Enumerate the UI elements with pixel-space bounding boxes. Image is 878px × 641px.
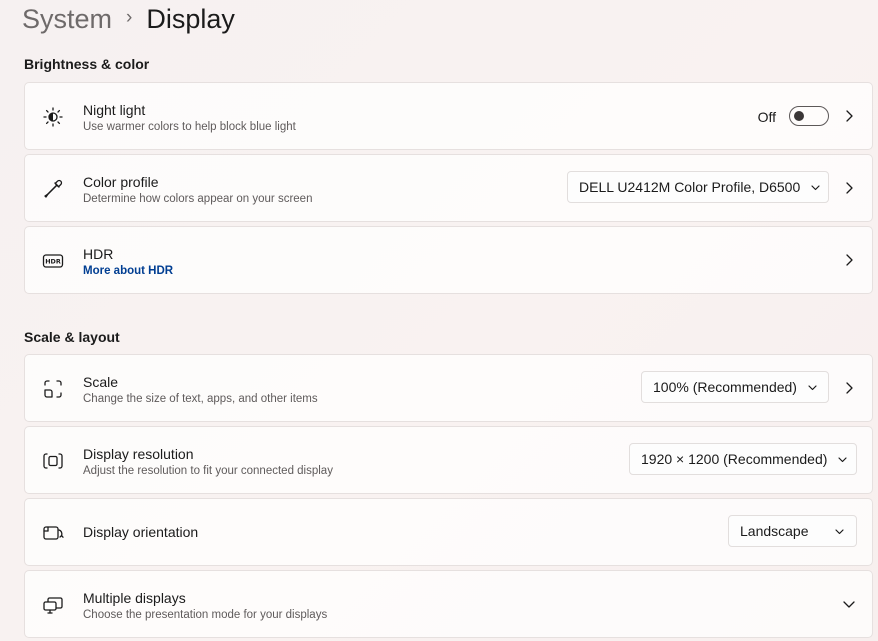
multiple-displays-card[interactable]: Multiple displays Choose the presentatio… (24, 570, 873, 638)
orientation-icon (42, 522, 64, 544)
eyedropper-icon (42, 178, 64, 200)
display-resolution-card: Display resolution Adjust the resolution… (24, 426, 873, 494)
display-resolution-dropdown[interactable]: 1920 × 1200 (Recommended) (629, 443, 857, 475)
night-light-title: Night light (83, 102, 146, 118)
hdr-card[interactable]: HDR HDR More about HDR (24, 226, 873, 294)
scale-icon (42, 378, 64, 400)
toggle-knob (794, 111, 804, 121)
breadcrumb-system-link[interactable]: System (22, 4, 112, 35)
display-resolution-description: Adjust the resolution to fit your connec… (83, 465, 333, 477)
scale-selected-value: 100% (Recommended) (653, 379, 797, 395)
color-profile-dropdown[interactable]: DELL U2412M Color Profile, D6500 (567, 171, 829, 203)
breadcrumb-separator: › (126, 7, 133, 28)
chevron-down-icon (834, 526, 845, 537)
multiple-displays-description: Choose the presentation mode for your di… (83, 609, 328, 621)
display-resolution-title: Display resolution (83, 446, 194, 462)
scale-description: Change the size of text, apps, and other… (83, 393, 318, 405)
chevron-right-icon[interactable] (842, 181, 856, 195)
chevron-down-icon (837, 454, 848, 465)
chevron-down-icon (807, 382, 818, 393)
sun-moon-icon (42, 106, 64, 128)
color-profile-title: Color profile (83, 174, 159, 190)
scale-title: Scale (83, 374, 119, 390)
chevron-right-icon[interactable] (842, 381, 856, 395)
page-title: Display (146, 3, 235, 34)
display-orientation-card: Display orientation Landscape (24, 498, 873, 566)
multiple-displays-icon (42, 594, 64, 616)
night-light-state-label: Off (757, 109, 776, 125)
scale-card[interactable]: Scale Change the size of text, apps, and… (24, 354, 873, 422)
scale-dropdown[interactable]: 100% (Recommended) (641, 371, 829, 403)
multiple-displays-title: Multiple displays (83, 590, 186, 606)
breadcrumb: System › Display (22, 0, 235, 38)
night-light-toggle[interactable] (789, 106, 829, 126)
chevron-down-icon (810, 182, 821, 193)
more-about-hdr-link[interactable]: More about HDR (83, 265, 173, 277)
color-profile-selected-value: DELL U2412M Color Profile, D6500 (579, 179, 801, 195)
section-heading-brightness-color: Brightness & color (24, 56, 150, 72)
color-profile-card[interactable]: Color profile Determine how colors appea… (24, 154, 873, 222)
night-light-card[interactable]: Night light Use warmer colors to help bl… (24, 82, 873, 150)
display-orientation-selected-value: Landscape (740, 523, 809, 539)
section-heading-scale-layout: Scale & layout (24, 329, 120, 345)
chevron-right-icon[interactable] (842, 109, 856, 123)
hdr-title: HDR (83, 246, 114, 262)
night-light-description: Use warmer colors to help block blue lig… (83, 121, 296, 133)
svg-text:HDR: HDR (45, 258, 61, 266)
display-orientation-title: Display orientation (83, 524, 199, 540)
resolution-icon (42, 450, 64, 472)
display-resolution-selected-value: 1920 × 1200 (Recommended) (641, 451, 828, 467)
chevron-right-icon[interactable] (842, 253, 856, 267)
chevron-down-icon[interactable] (842, 597, 856, 611)
hdr-icon: HDR (42, 250, 64, 272)
color-profile-description: Determine how colors appear on your scre… (83, 193, 313, 205)
display-orientation-dropdown[interactable]: Landscape (728, 515, 857, 547)
